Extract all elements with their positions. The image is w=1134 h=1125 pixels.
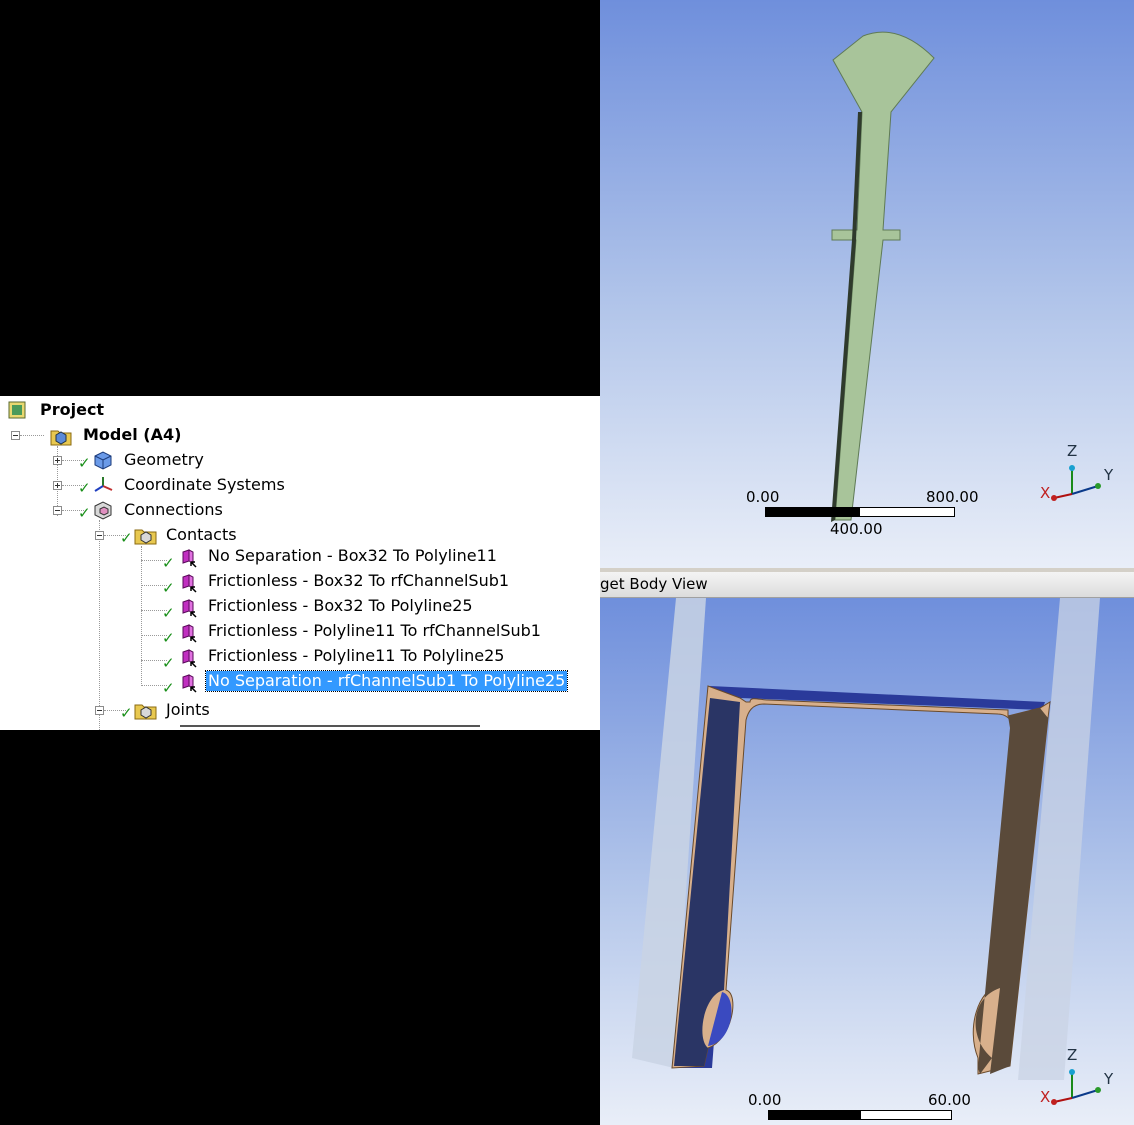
contact-region-icon — [178, 673, 197, 693]
collapse-joints-toggle[interactable] — [95, 706, 104, 715]
part-body-green — [831, 31, 935, 521]
status-check-icon: ✓ — [78, 479, 91, 497]
tree-item-geometry[interactable]: Geometry — [124, 450, 204, 470]
status-check-icon: ✓ — [120, 704, 133, 722]
status-check-icon: ✓ — [162, 654, 175, 672]
target-body-view-title: get Body View — [600, 575, 708, 593]
tree-item-contact-region[interactable]: Frictionless - Box32 To Polyline25 — [208, 596, 473, 616]
tree-item-joints[interactable]: Joints — [166, 700, 210, 720]
axis-z-label: Z — [1067, 1046, 1078, 1064]
project-icon — [8, 401, 26, 419]
tree-item-connections[interactable]: Connections — [124, 500, 223, 520]
collapse-model-toggle[interactable] — [11, 431, 20, 440]
contacts-folder-icon — [134, 525, 157, 545]
tree-item-contact-region[interactable]: Frictionless - Polyline11 To rfChannelSu… — [208, 621, 541, 641]
coordinate-systems-icon — [92, 475, 113, 493]
graphics-viewport-top[interactable]: 0.00 400.00 800.00 Z Y X — [600, 0, 1134, 568]
scale-label-left: 0.00 — [746, 488, 780, 506]
target-body-view-header: get Body View — [600, 572, 1134, 598]
axis-y-label: Y — [1104, 466, 1114, 484]
scale-label-right: 60.00 — [928, 1091, 971, 1109]
expand-geometry-toggle[interactable] — [53, 456, 62, 465]
status-check-icon: ✓ — [162, 579, 175, 597]
axis-triad: Z Y X — [1036, 440, 1116, 510]
axis-triad: Z Y X — [1036, 1044, 1116, 1114]
axis-x-label: X — [1040, 1088, 1051, 1106]
status-check-icon: ✓ — [162, 604, 175, 622]
contact-region-icon — [178, 573, 197, 593]
scale-label-mid: 400.00 — [830, 520, 883, 538]
tree-item-contact-region[interactable]: Frictionless - Box32 To rfChannelSub1 — [208, 571, 509, 591]
tree-item-model[interactable]: Model (A4) — [83, 425, 181, 445]
outline-tree: Project Model (A4) ✓ Geometry ✓ Coordina… — [0, 396, 600, 730]
scale-label-right: 800.00 — [926, 488, 979, 506]
scale-bar — [765, 507, 955, 517]
scale-label-left: 0.00 — [748, 1091, 782, 1109]
status-check-icon: ✓ — [162, 629, 175, 647]
connections-icon — [92, 500, 112, 520]
axis-z-label: Z — [1067, 442, 1078, 460]
status-check-icon: ✓ — [162, 554, 175, 572]
scale-bar — [768, 1110, 952, 1120]
status-check-icon: ✓ — [120, 529, 133, 547]
axis-y-label: Y — [1104, 1070, 1114, 1088]
axis-x-label: X — [1040, 484, 1051, 502]
graphics-viewport-bottom[interactable]: 0.00 60.00 Z Y X — [600, 598, 1134, 1125]
collapse-contacts-toggle[interactable] — [95, 531, 104, 540]
status-check-icon: ✓ — [162, 679, 175, 697]
contact-region-icon — [178, 598, 197, 618]
model-icon — [50, 426, 72, 446]
tree-item-coordinate-systems[interactable]: Coordinate Systems — [124, 475, 285, 495]
partial-joint-row — [140, 725, 500, 730]
tree-item-contacts[interactable]: Contacts — [166, 525, 237, 545]
tree-item-contact-region[interactable]: No Separation - rfChannelSub1 To Polylin… — [204, 670, 569, 692]
status-check-icon: ✓ — [78, 454, 91, 472]
contact-region-icon — [178, 623, 197, 643]
tree-item-contact-region[interactable]: Frictionless - Polyline11 To Polyline25 — [208, 646, 504, 666]
collapse-connections-toggle[interactable] — [53, 506, 62, 515]
geometry-icon — [92, 450, 112, 470]
contact-region-icon — [178, 648, 197, 668]
tree-item-project[interactable]: Project — [40, 400, 104, 420]
tree-item-contact-region[interactable]: No Separation - Box32 To Polyline11 — [208, 546, 497, 566]
expand-coordinate-systems-toggle[interactable] — [53, 481, 62, 490]
contact-region-icon — [178, 548, 197, 568]
joints-folder-icon — [134, 700, 157, 720]
status-check-icon: ✓ — [78, 504, 91, 522]
